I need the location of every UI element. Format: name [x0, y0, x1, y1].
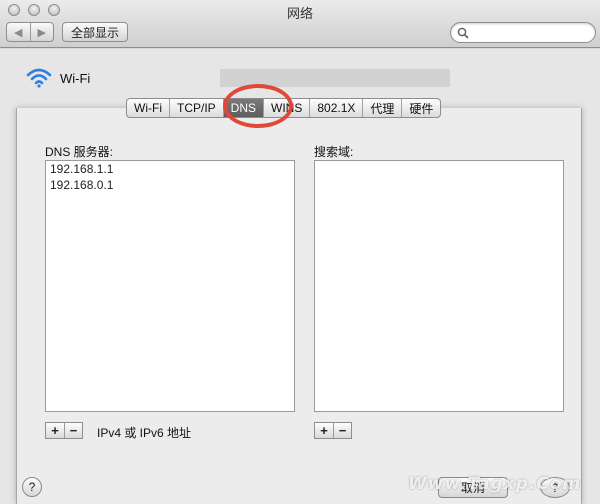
window-title: 网络 [286, 6, 313, 21]
remove-dns-button[interactable]: − [64, 423, 82, 438]
address-hint: IPv4 或 IPv6 地址 [97, 426, 192, 440]
search-domains-list[interactable] [314, 160, 564, 412]
tab-8021x[interactable]: 802.1X [309, 99, 362, 117]
help-button[interactable]: ? [22, 477, 42, 497]
service-header: Wi-Fi [26, 68, 90, 88]
tab-wifi[interactable]: Wi-Fi [127, 99, 169, 117]
search-icon [457, 27, 469, 39]
forward-button[interactable]: ▶ [29, 23, 54, 41]
tab-hardware[interactable]: 硬件 [401, 99, 440, 117]
highlight-circle [223, 84, 293, 128]
search-domains-label: 搜索域: [314, 145, 354, 159]
dns-servers-list[interactable]: 192.168.1.1 192.168.0.1 [45, 160, 295, 412]
remove-search-domain-button[interactable]: − [333, 423, 351, 438]
add-dns-button[interactable]: + [46, 423, 64, 438]
search-field[interactable] [450, 22, 596, 43]
title-bar: 网络 ◀ ▶ 全部显示 [0, 0, 600, 48]
service-name: Wi-Fi [60, 70, 91, 86]
watermark: Www.Tagxp.Com [408, 474, 582, 494]
back-forward-control: ◀ ▶ [6, 22, 54, 42]
dns-servers-label: DNS 服务器: [45, 145, 114, 159]
tab-tcpip[interactable]: TCP/IP [168, 99, 223, 117]
back-button[interactable]: ◀ [7, 23, 30, 41]
list-item[interactable]: 192.168.1.1 [46, 161, 294, 177]
add-search-domain-button[interactable]: + [315, 423, 333, 438]
search-domains-add-remove-control: + − [314, 422, 352, 439]
list-item[interactable]: 192.168.0.1 [46, 177, 294, 193]
wifi-icon [26, 68, 52, 88]
dns-add-remove-control: + − [45, 422, 83, 439]
show-all-button[interactable]: 全部显示 [62, 22, 128, 42]
tab-proxies[interactable]: 代理 [362, 99, 401, 117]
